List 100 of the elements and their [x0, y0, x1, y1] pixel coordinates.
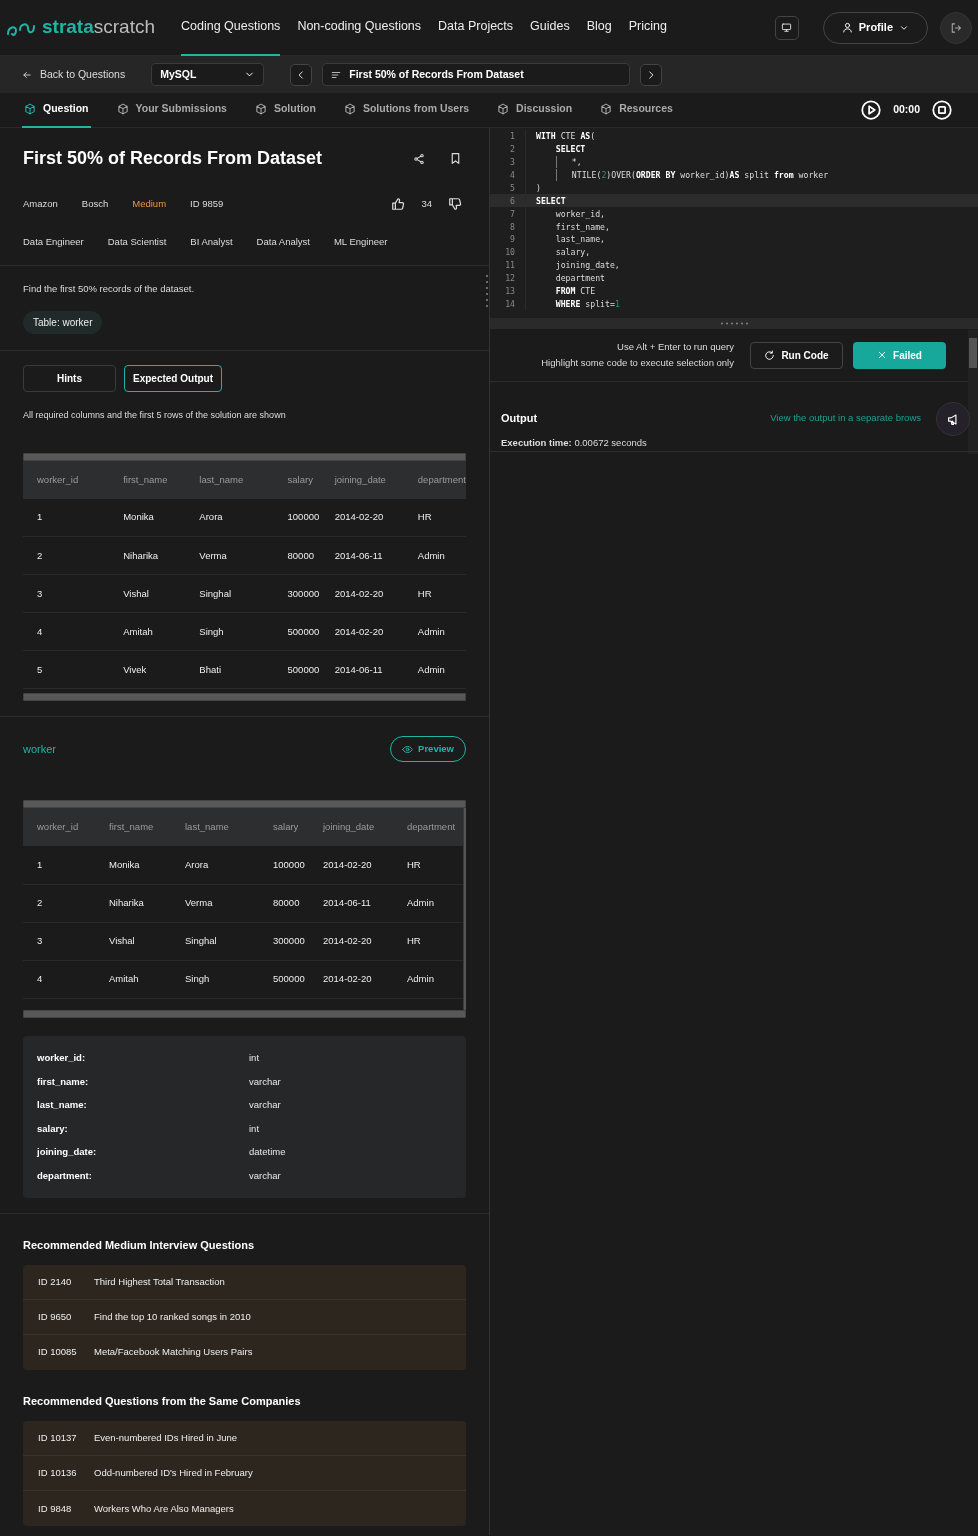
hint-text: Use Alt + Enter to run query	[616, 340, 734, 354]
table-cell: Niharika	[109, 536, 186, 575]
code-token: AS	[580, 130, 591, 143]
table-badge[interactable]: Table: worker	[23, 311, 103, 335]
nav-link[interactable]: Pricing	[628, 0, 667, 56]
question-link[interactable]: Odd-numbered ID's Hired in February	[94, 1466, 253, 1481]
stop-button[interactable]	[932, 100, 952, 120]
table-cell: 100000	[259, 846, 309, 885]
tab[interactable]: Expected Output	[124, 365, 222, 393]
table-cell: HR	[403, 498, 466, 537]
role-tag[interactable]: Data Analyst	[256, 234, 310, 250]
table-cell: 1	[23, 498, 110, 537]
table-cell: 2014-02-20	[309, 846, 393, 885]
vertical-scrollbar[interactable]	[463, 808, 466, 1011]
question-link[interactable]: Even-numbered IDs Hired in June	[94, 1431, 238, 1446]
nav-link[interactable]: Data Projects	[438, 0, 514, 56]
role-tag[interactable]: Data Scientist	[107, 234, 167, 250]
table-cell: Singhal	[185, 574, 274, 613]
table-cell: Admin	[403, 612, 466, 651]
question-link[interactable]: Find the top 10 ranked songs in 2010	[94, 1309, 251, 1325]
table-cell: Monika	[109, 498, 186, 537]
tab[interactable]: Resources	[598, 92, 675, 128]
code-token: split	[743, 168, 770, 182]
language-select[interactable]: MySQL	[151, 63, 265, 86]
nav-link[interactable]: Non-coding Questions	[297, 0, 422, 56]
schema-type: int	[249, 1121, 260, 1136]
tab[interactable]: Discussion	[495, 92, 575, 128]
share-button[interactable]	[413, 152, 425, 165]
splitter-grip-icon[interactable]	[485, 274, 489, 308]
question-link[interactable]: Meta/Facebook Matching Users Pairs	[94, 1345, 253, 1360]
schema-type: varchar	[249, 1098, 281, 1113]
logout-button[interactable]	[940, 11, 972, 44]
tab[interactable]: Solutions from Users	[341, 92, 472, 128]
code-token: WHERE	[554, 297, 581, 311]
eye-icon	[402, 743, 414, 755]
table-cell: 2014-06-11	[309, 884, 393, 923]
dataset-link[interactable]: worker	[23, 741, 56, 758]
play-icon	[861, 100, 882, 120]
question-link[interactable]: Workers Who Are Also Managers	[94, 1501, 234, 1516]
vertical-scrollbar[interactable]	[968, 330, 978, 454]
table-cell: Singh	[171, 960, 259, 999]
tab[interactable]: Solution	[252, 92, 318, 128]
upvote-button[interactable]	[391, 196, 406, 211]
table-cell: 4	[23, 612, 110, 651]
back-link[interactable]: Back to Questions	[22, 66, 126, 83]
tab[interactable]: Question	[22, 92, 91, 128]
code-token: )OVER(	[606, 168, 636, 182]
question-select[interactable]: First 50% of Records From Dataset	[322, 63, 631, 86]
table-cell: Vishal	[109, 574, 186, 613]
nav-link[interactable]: Guides	[530, 0, 570, 56]
table-cell: 300000	[259, 922, 309, 961]
share-icon	[413, 152, 425, 165]
output-link[interactable]: View the output in a separate brows	[770, 411, 921, 426]
schema-type: datetime	[249, 1145, 286, 1160]
megaphone-icon	[946, 412, 960, 426]
table-cell: 2014-02-20	[320, 498, 404, 537]
table-cell: 80000	[273, 536, 321, 575]
tab[interactable]: Hints	[23, 365, 116, 393]
downvote-button[interactable]	[448, 196, 462, 211]
horizontal-scrollbar[interactable]	[23, 452, 466, 461]
nav-link[interactable]: Blog	[586, 0, 612, 56]
refresh-icon	[764, 349, 776, 361]
code-token: worker_id,	[554, 207, 605, 220]
code-token: last_name,	[554, 233, 605, 246]
table-cell: 100000	[273, 498, 321, 537]
logo[interactable]: stratascratch	[6, 13, 155, 42]
bookmark-button[interactable]	[449, 152, 462, 166]
code-token: joining_date,	[554, 259, 620, 272]
line-number: 4	[490, 168, 526, 182]
table-cell: 500000	[259, 960, 309, 999]
horizontal-scrollbar[interactable]	[23, 1010, 466, 1019]
code-token: (	[590, 130, 596, 143]
monitor-button[interactable]	[774, 15, 799, 40]
question-id: ID 9848	[38, 1501, 73, 1516]
code-token: department	[554, 272, 605, 285]
code-token: worker	[797, 168, 829, 182]
resize-handle[interactable]	[490, 318, 978, 329]
table-cell: 2014-02-20	[320, 574, 404, 613]
run-code-button[interactable]: Run Code	[750, 341, 843, 369]
schema-type: varchar	[249, 1169, 281, 1183]
cube-icon	[254, 103, 267, 115]
question-link[interactable]: Third Highest Total Transaction	[94, 1274, 225, 1290]
code-token: first_name,	[554, 220, 610, 233]
table-cell: Amitah	[95, 960, 171, 999]
profile-button[interactable]: Profile	[822, 11, 928, 44]
role-tag[interactable]: ML Engineer	[333, 234, 388, 250]
line-number: 2	[490, 142, 526, 156]
play-button[interactable]	[861, 100, 882, 120]
schema-column: department:	[37, 1169, 249, 1184]
horizontal-scrollbar[interactable]	[23, 693, 466, 702]
tab[interactable]: Your Submissions	[114, 92, 229, 128]
role-tag[interactable]: Data Engineer	[23, 234, 84, 250]
role-tag[interactable]: BI Analyst	[190, 234, 233, 250]
feedback-button[interactable]	[936, 402, 970, 436]
cube-icon	[343, 103, 356, 115]
company-tag[interactable]: Amazon	[23, 196, 58, 211]
company-tag[interactable]: Bosch	[81, 196, 109, 211]
question-id: ID 10137	[38, 1431, 78, 1446]
horizontal-scrollbar[interactable]	[23, 800, 466, 809]
code-token: WITH	[536, 130, 556, 143]
